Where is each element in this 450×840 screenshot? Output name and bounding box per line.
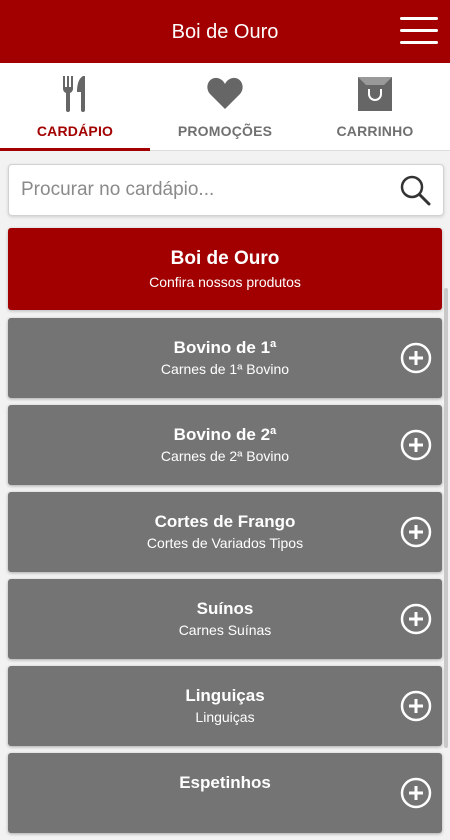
add-circle-icon[interactable]: [400, 342, 432, 374]
add-circle-icon[interactable]: [400, 516, 432, 548]
tab-promocoes[interactable]: PROMOÇÕES: [150, 63, 300, 150]
category-suinos[interactable]: Suínos Carnes Suínas: [8, 579, 442, 659]
store-banner[interactable]: Boi de Ouro Confira nossos produtos: [8, 228, 442, 310]
category-description: Cortes de Variados Tipos: [146, 535, 304, 551]
category-name: Cortes de Frango: [154, 512, 296, 531]
category-bovino-1[interactable]: Bovino de 1ª Carnes de 1ª Bovino: [8, 318, 442, 398]
category-name: Linguiças: [185, 686, 265, 705]
tab-carrinho[interactable]: CARRINHO: [300, 63, 450, 150]
store-tagline: Confira nossos produtos: [149, 274, 301, 290]
category-name: Espetinhos: [179, 773, 271, 792]
add-circle-icon[interactable]: [400, 690, 432, 722]
category-name: Bovino de 1ª: [173, 338, 277, 357]
category-list: Bovino de 1ª Carnes de 1ª Bovino Bovino …: [8, 318, 442, 840]
add-circle-icon[interactable]: [400, 603, 432, 635]
tab-carrinho-label: CARRINHO: [336, 123, 414, 139]
fork-knife-icon: [63, 76, 85, 112]
app-title: Boi de Ouro: [171, 21, 279, 43]
category-description: Carnes de 2ª Bovino: [160, 448, 290, 464]
search-input[interactable]: [21, 165, 391, 215]
add-circle-icon[interactable]: [400, 429, 432, 461]
hamburger-menu-icon[interactable]: [400, 17, 438, 45]
category-cortes-frango[interactable]: Cortes de Frango Cortes de Variados Tipo…: [8, 492, 442, 572]
tab-promocoes-label: PROMOÇÕES: [177, 123, 273, 139]
tab-cardapio[interactable]: CARDÁPIO: [0, 63, 150, 151]
store-name: Boi de Ouro: [170, 248, 280, 269]
search-icon[interactable]: [399, 174, 431, 206]
category-description: Carnes de 1ª Bovino: [160, 361, 290, 377]
tab-bar: CARDÁPIO PROMOÇÕES CARRINHO: [0, 63, 450, 151]
category-espetinhos[interactable]: Espetinhos: [8, 753, 442, 833]
category-bovino-2[interactable]: Bovino de 2ª Carnes de 2ª Bovino: [8, 405, 442, 485]
active-tab-indicator: [0, 148, 150, 151]
tab-cardapio-label: CARDÁPIO: [36, 123, 114, 139]
category-name: Bovino de 2ª: [173, 425, 277, 444]
category-description: Linguiças: [195, 709, 255, 725]
add-circle-icon[interactable]: [400, 777, 432, 809]
shopping-bag-icon: [358, 77, 392, 111]
category-description: Carnes Suínas: [178, 622, 272, 638]
scrollbar[interactable]: [444, 288, 448, 748]
search-box: [8, 164, 444, 216]
heart-icon: [207, 77, 243, 109]
app-header: Boi de Ouro: [0, 0, 450, 63]
category-name: Suínos: [196, 599, 254, 618]
category-linguicas[interactable]: Linguiças Linguiças: [8, 666, 442, 746]
